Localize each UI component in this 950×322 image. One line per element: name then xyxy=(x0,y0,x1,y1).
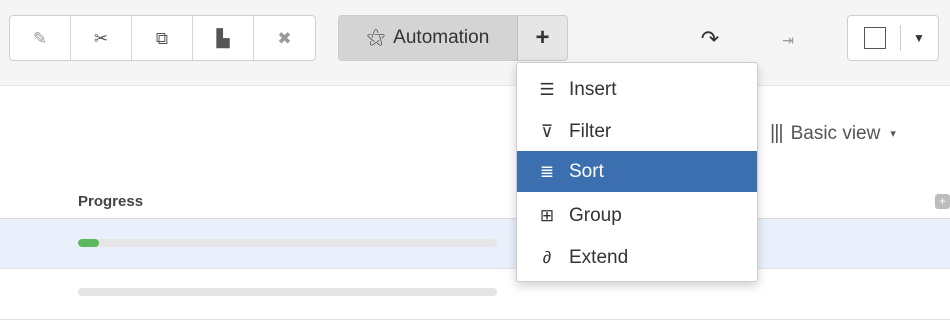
magic-wand-icon: ⚝ xyxy=(366,27,386,48)
sign-out-button[interactable]: ⇥ xyxy=(773,25,803,55)
menu-item-label: Group xyxy=(569,204,622,226)
redo-icon: ↷ xyxy=(700,26,720,51)
color-picker-dropdown[interactable]: ▼ xyxy=(847,15,939,61)
edit-button-group: ✎ ✂ ⧉ ▙ ✖ xyxy=(9,15,316,61)
redo-button[interactable]: ↷ xyxy=(690,23,730,55)
add-column-button[interactable]: + xyxy=(935,194,950,209)
group-icon: ⊞ xyxy=(539,205,555,225)
columns-icon: ||| xyxy=(770,122,784,144)
menu-item-label: Filter xyxy=(569,120,612,142)
progress-bar xyxy=(78,239,497,247)
add-menu-button[interactable]: + xyxy=(518,16,567,60)
progress-fill xyxy=(78,239,99,247)
scissors-icon: ✂ xyxy=(93,28,109,48)
filter-icon: ⊽ xyxy=(540,121,554,141)
menu-item-label: Insert xyxy=(569,78,617,100)
close-icon: ✖ xyxy=(277,28,292,48)
menu-item-extend[interactable]: ∂ Extend xyxy=(517,237,757,278)
sort-icon: ≣ xyxy=(539,161,555,181)
cut-button[interactable]: ✂ xyxy=(71,16,132,60)
plus-icon: + xyxy=(535,24,550,51)
add-dropdown-menu: ☰ Insert ⊽ Filter ≣ Sort ⊞ Group ∂ Exten… xyxy=(516,62,758,282)
copy-button[interactable]: ⧉ xyxy=(132,16,193,60)
view-selector[interactable]: ||| Basic view ▾ xyxy=(770,122,896,145)
automation-group: ⚝ Automation + xyxy=(338,15,568,61)
copy-icon: ⧉ xyxy=(155,28,169,48)
edit-button[interactable]: ✎ xyxy=(10,16,71,60)
toolbar: ✎ ✂ ⧉ ▙ ✖ ⚝ Automation + ↷ ⇥ ▼ xyxy=(0,0,950,86)
automation-label: Automation xyxy=(393,27,490,48)
column-header-progress[interactable]: Progress xyxy=(78,193,143,210)
menu-item-group[interactable]: ⊞ Group xyxy=(517,195,757,236)
delete-button[interactable]: ✖ xyxy=(254,16,315,60)
menu-item-label: Extend xyxy=(569,246,629,268)
paste-icon: ▙ xyxy=(216,28,230,48)
dropdown-separator xyxy=(900,25,901,51)
insert-rows-icon: ☰ xyxy=(539,79,555,99)
paste-button[interactable]: ▙ xyxy=(193,16,254,60)
menu-item-insert[interactable]: ☰ Insert xyxy=(517,69,757,110)
menu-item-label: Sort xyxy=(569,160,604,182)
pencil-icon: ✎ xyxy=(32,28,48,48)
table-row[interactable] xyxy=(0,218,950,269)
link-icon: ∂ xyxy=(542,247,552,267)
view-selector-label: Basic view xyxy=(790,122,881,144)
menu-item-filter[interactable]: ⊽ Filter xyxy=(517,111,757,152)
menu-item-sort[interactable]: ≣ Sort xyxy=(517,151,757,192)
chevron-down-icon: ▾ xyxy=(890,128,896,140)
progress-bar xyxy=(78,288,497,296)
chevron-down-icon: ▼ xyxy=(913,31,925,45)
sign-out-icon: ⇥ xyxy=(782,31,794,48)
color-swatch xyxy=(864,27,886,49)
automation-button[interactable]: ⚝ Automation xyxy=(339,16,518,60)
table-row[interactable] xyxy=(0,269,950,320)
